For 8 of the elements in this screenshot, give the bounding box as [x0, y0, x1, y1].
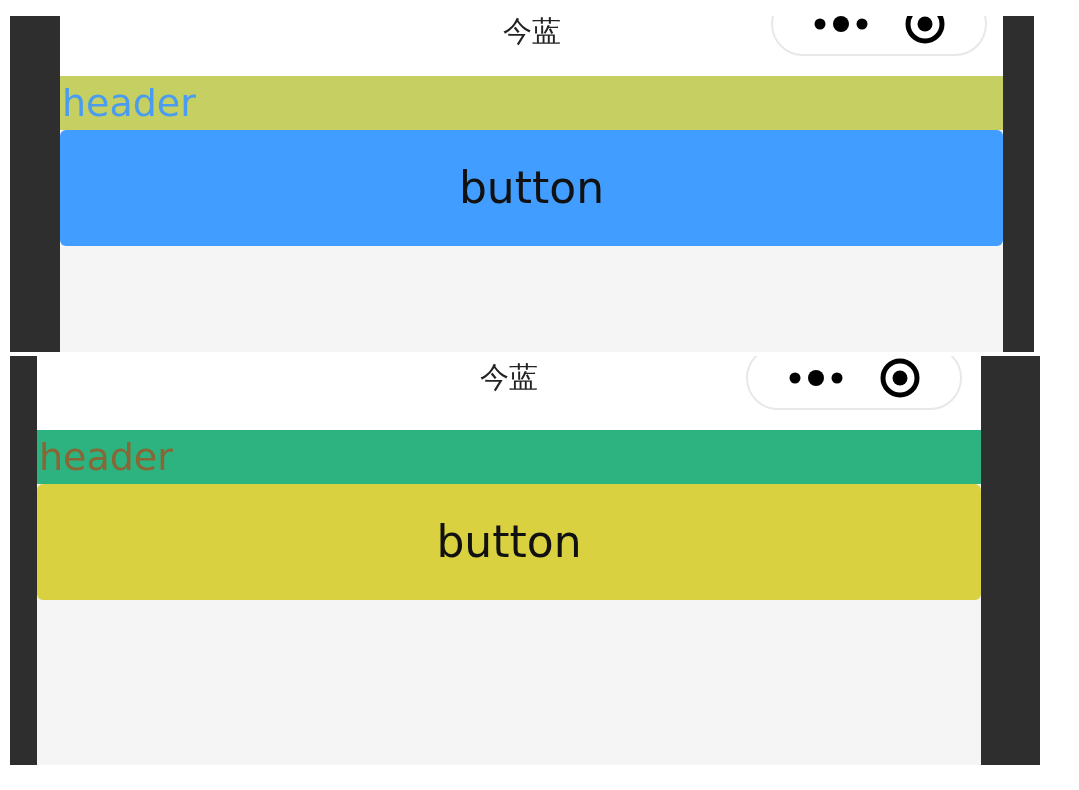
page-title: 今蓝 — [502, 17, 561, 46]
button[interactable]: button — [60, 130, 1003, 246]
button[interactable]: button — [37, 484, 981, 600]
more-icon[interactable] — [812, 16, 869, 33]
more-icon[interactable] — [787, 369, 844, 387]
header-text: header — [39, 435, 173, 479]
header-text: header — [62, 81, 196, 125]
page-title: 今蓝 — [480, 363, 538, 392]
